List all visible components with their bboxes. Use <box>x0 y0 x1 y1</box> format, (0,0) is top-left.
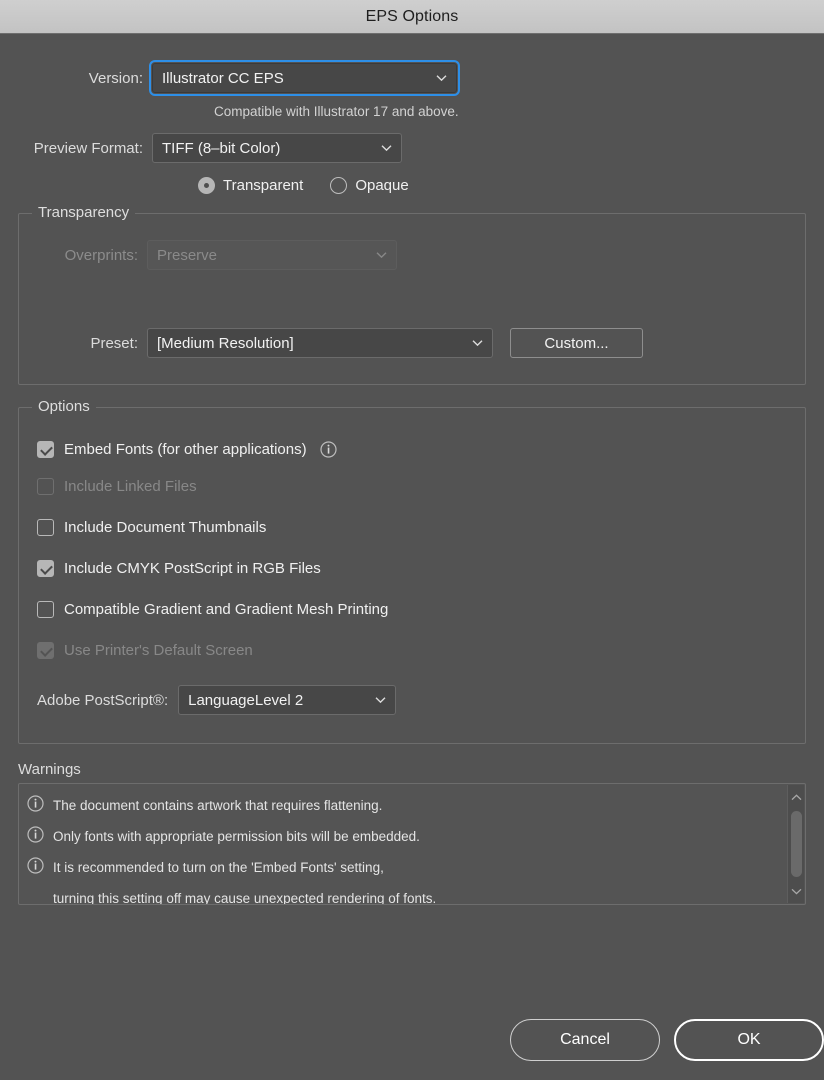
preview-format-label: Preview Format: <box>33 139 143 157</box>
warning-text: It is recommended to turn on the 'Embed … <box>53 860 384 875</box>
radio-opaque-indicator <box>330 177 348 194</box>
chevron-down-icon <box>472 340 483 347</box>
chevron-down-icon <box>376 252 387 259</box>
info-icon <box>27 857 44 874</box>
warning-item: It is recommended to turn on the 'Embed … <box>27 852 781 883</box>
options-group: Options Embed Fonts (for other applicati… <box>18 398 806 744</box>
warning-item: The document contains artwork that requi… <box>27 790 781 821</box>
version-label: Version: <box>88 69 143 87</box>
radio-transparent-indicator <box>198 177 215 194</box>
chevron-up-icon <box>791 794 801 801</box>
chevron-down-icon <box>791 888 801 895</box>
warning-item: Only fonts with appropriate permission b… <box>27 821 781 852</box>
window-title: EPS Options <box>365 7 459 25</box>
checkbox-include-document-thumbnails[interactable]: Include Document Thumbnails <box>37 507 805 548</box>
checkbox-indicator <box>37 519 54 536</box>
radio-opaque[interactable]: Opaque <box>330 177 409 194</box>
checkbox-indicator <box>37 440 54 458</box>
scroll-down-button[interactable] <box>791 879 802 903</box>
warning-text-continuation: turning this setting off may cause unexp… <box>53 891 437 905</box>
checkbox-indicator <box>37 560 54 577</box>
version-compat-note: Compatible with Illustrator 17 and above… <box>214 104 459 119</box>
checkbox-label: Embed Fonts (for other applications) <box>64 440 307 458</box>
chevron-down-icon <box>436 75 447 82</box>
checkbox-use-printers-default-screen: Use Printer's Default Screen <box>37 630 805 671</box>
postscript-select[interactable]: LanguageLevel 2 <box>178 685 397 715</box>
checkbox-label: Include CMYK PostScript in RGB Files <box>64 560 321 577</box>
dialog-body: Version: Illustrator CC EPS Compatible w… <box>0 60 824 1080</box>
warnings-title: Warnings <box>18 761 81 778</box>
checkbox-include-linked-files: Include Linked Files <box>37 466 805 507</box>
window-titlebar: EPS Options <box>0 0 824 34</box>
checkbox-include-cmyk-postscript[interactable]: Include CMYK PostScript in RGB Files <box>37 548 805 589</box>
warnings-scrollbar[interactable] <box>787 785 804 903</box>
radio-transparent[interactable]: Transparent <box>198 177 303 194</box>
postscript-value: LanguageLevel 2 <box>188 691 304 709</box>
preset-value: [Medium Resolution] <box>157 334 294 352</box>
postscript-label: Adobe PostScript®: <box>37 691 169 709</box>
radio-opaque-label: Opaque <box>355 177 409 194</box>
checkbox-label: Use Printer's Default Screen <box>64 642 253 659</box>
overprints-value: Preserve <box>157 246 218 264</box>
preview-format-select[interactable]: TIFF (8–bit Color) <box>152 133 402 163</box>
transparency-group-title: Transparency <box>32 204 136 221</box>
ok-button[interactable]: OK <box>674 1019 824 1061</box>
info-icon[interactable] <box>320 440 337 458</box>
radio-transparent-label: Transparent <box>223 177 304 194</box>
preset-row: Preset: [Medium Resolution] Custom... <box>19 328 805 358</box>
checkbox-indicator <box>37 601 54 618</box>
preview-format-value: TIFF (8–bit Color) <box>162 139 281 157</box>
overprints-label: Overprints: <box>64 246 138 264</box>
postscript-row: Adobe PostScript®: LanguageLevel 2 <box>37 685 805 715</box>
warnings-box: The document contains artwork that requi… <box>18 783 806 905</box>
checkbox-embed-fonts[interactable]: Embed Fonts (for other applications) <box>37 432 805 466</box>
preset-label: Preset: <box>90 334 138 352</box>
cancel-button[interactable]: Cancel <box>510 1019 660 1061</box>
dialog-footer: Cancel OK <box>510 1019 824 1061</box>
version-select-value: Illustrator CC EPS <box>162 69 284 87</box>
warnings-list: The document contains artwork that requi… <box>19 784 805 905</box>
transparency-group: Transparency Overprints: Preserve Preset… <box>18 204 806 385</box>
custom-button[interactable]: Custom... <box>510 328 643 358</box>
overprints-select: Preserve <box>147 240 397 270</box>
warning-text: Only fonts with appropriate permission b… <box>53 829 420 844</box>
info-icon <box>27 795 44 812</box>
checkbox-label: Compatible Gradient and Gradient Mesh Pr… <box>64 601 389 618</box>
chevron-down-icon <box>381 145 392 152</box>
checkbox-indicator <box>37 642 54 659</box>
chevron-down-icon <box>375 697 386 704</box>
warning-text: The document contains artwork that requi… <box>53 798 383 813</box>
version-row: Version: Illustrator CC EPS <box>18 60 806 96</box>
checkbox-label: Include Document Thumbnails <box>64 519 267 536</box>
checkbox-compatible-gradient[interactable]: Compatible Gradient and Gradient Mesh Pr… <box>37 589 805 630</box>
overprints-row: Overprints: Preserve <box>19 240 805 270</box>
scroll-up-button[interactable] <box>791 785 802 809</box>
checkbox-label: Include Linked Files <box>64 478 197 495</box>
version-select[interactable]: Illustrator CC EPS <box>149 60 460 96</box>
scrollbar-track[interactable] <box>788 809 804 879</box>
info-icon <box>27 826 44 843</box>
scrollbar-thumb[interactable] <box>790 811 802 877</box>
checkbox-indicator <box>37 478 54 495</box>
options-group-title: Options <box>32 398 96 415</box>
preview-transparency-radio-group: Transparent Opaque <box>18 177 806 194</box>
warnings-section: Warnings The document contains artwork t… <box>18 761 806 905</box>
preview-format-row: Preview Format: TIFF (8–bit Color) <box>18 133 806 163</box>
preset-select[interactable]: [Medium Resolution] <box>147 328 493 358</box>
